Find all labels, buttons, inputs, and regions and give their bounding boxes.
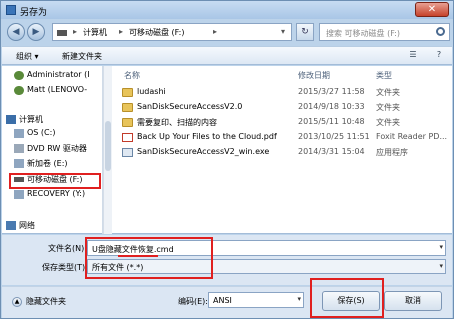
folder-icon — [122, 118, 133, 127]
hide-folders-label: 隐藏文件夹 — [26, 297, 66, 306]
chevron-down-icon[interactable]: ▾ — [439, 262, 443, 270]
breadcrumb-separator: ▸ — [213, 27, 218, 36]
user-icon — [14, 86, 24, 95]
drive-icon — [14, 159, 24, 168]
help-icon[interactable]: ? — [432, 50, 446, 62]
exe-icon — [122, 148, 133, 157]
file-list: 名称 修改日期 类型 ludashi 2015/3/27 11:58 文件夹 S… — [114, 66, 452, 234]
breadcrumb-separator: ▸ — [73, 27, 78, 36]
file-type: Foxit Reader PD... — [376, 132, 448, 141]
new-folder-button[interactable]: 新建文件夹 — [62, 51, 102, 62]
filetype-label: 保存类型(T): — [42, 263, 88, 272]
user-icon — [14, 71, 24, 80]
address-row: ◀ ▶ ▸ 计算机 ▸ 可移动磁盘 (F:) ▸ ▾ ↻ 搜索 可移动磁盘 (F… — [4, 21, 450, 43]
folder-icon — [122, 88, 133, 97]
nav-label: RECOVERY (Y:) — [27, 189, 86, 198]
network-icon — [6, 221, 16, 230]
back-button[interactable]: ◀ — [7, 23, 25, 41]
scrollbar-thumb[interactable] — [105, 121, 111, 171]
chevron-down-icon[interactable]: ▾ — [439, 243, 443, 251]
nav-item-computer[interactable]: 计算机 — [2, 113, 102, 126]
file-date: 2014/3/31 15:04 — [298, 147, 365, 156]
nav-item-new-volume-e[interactable]: 新加卷 (E:) — [2, 157, 102, 170]
column-header-type[interactable]: 类型 — [376, 70, 392, 81]
file-name: 需要复印、扫描的内容 — [137, 118, 217, 127]
file-row[interactable]: SanDiskSecureAccessV2_win.exe 2014/3/31 … — [120, 146, 450, 159]
address-bar[interactable]: ▸ 计算机 ▸ 可移动磁盘 (F:) ▸ ▾ — [52, 23, 292, 41]
nav-scrollbar[interactable] — [103, 66, 112, 234]
encoding-select[interactable]: ANSI ▾ — [208, 292, 304, 308]
search-placeholder: 搜索 可移动磁盘 (F:) — [326, 29, 401, 38]
breadcrumb-removable-disk[interactable]: 可移动磁盘 (F:) — [129, 27, 184, 38]
file-row[interactable]: 需要复印、扫描的内容 2015/5/11 10:48 文件夹 — [120, 116, 450, 129]
file-name: Back Up Your Files to the Cloud.pdf — [137, 132, 277, 141]
file-date: 2015/5/11 10:48 — [298, 117, 365, 126]
search-input[interactable]: 搜索 可移动磁盘 (F:) — [319, 23, 450, 41]
nav-item-recovery-y[interactable]: RECOVERY (Y:) — [2, 188, 102, 201]
computer-icon — [6, 115, 16, 124]
forward-button[interactable]: ▶ — [27, 23, 45, 41]
nav-label: 计算机 — [19, 115, 43, 124]
nav-label: 新加卷 (E:) — [27, 159, 68, 168]
view-options-icon[interactable]: ☰ — [406, 50, 420, 62]
nav-label: Administrator (I — [27, 70, 90, 79]
navigation-pane: Administrator (I Matt (LENOVO- 计算机 OS (C… — [2, 66, 103, 234]
breadcrumb-computer[interactable]: 计算机 — [83, 27, 107, 38]
dialog-footer: ▲ 隐藏文件夹 编码(E): ANSI ▾ 保存(S) 取消 — [2, 286, 452, 318]
drive-icon — [14, 129, 24, 138]
file-type: 文件夹 — [376, 88, 400, 97]
file-name: ludashi — [137, 87, 166, 96]
breadcrumb-separator: ▸ — [119, 27, 124, 36]
nav-label: DVD RW 驱动器 — [27, 144, 87, 153]
chevron-down-icon[interactable]: ▾ — [297, 295, 301, 303]
file-type: 文件夹 — [376, 118, 400, 127]
column-header-date[interactable]: 修改日期 — [298, 70, 330, 81]
cancel-button[interactable]: 取消 — [384, 291, 442, 311]
file-row[interactable]: ludashi 2015/3/27 11:58 文件夹 — [120, 86, 450, 99]
nav-item-dvd[interactable]: DVD RW 驱动器 — [2, 142, 102, 155]
filename-label: 文件名(N): — [48, 244, 87, 253]
file-row[interactable]: SanDiskSecureAccessV2.0 2014/9/18 10:33 … — [120, 101, 450, 114]
drive-icon — [14, 190, 24, 199]
save-form: 文件名(N): U盘隐藏文件恢复.cmd ▾ 保存类型(T): 所有文件 (*.… — [2, 235, 452, 285]
toolbar: 组织 ▾ 新建文件夹 ☰ ? — [2, 46, 452, 65]
collapse-icon: ▲ — [12, 297, 22, 307]
file-date: 2015/3/27 11:58 — [298, 87, 365, 96]
encoding-label: 编码(E): — [178, 297, 208, 306]
annotation-underline — [118, 255, 158, 257]
save-as-dialog: 另存为 ✕ ◀ ▶ ▸ 计算机 ▸ 可移动磁盘 (F:) ▸ ▾ ↻ 搜索 可移… — [0, 0, 454, 319]
file-date: 2014/9/18 10:33 — [298, 102, 365, 111]
search-icon — [436, 27, 445, 36]
window-title: 另存为 — [20, 8, 48, 18]
pdf-icon — [122, 133, 133, 142]
browser-pane: Administrator (I Matt (LENOVO- 计算机 OS (C… — [2, 66, 452, 234]
file-name: SanDiskSecureAccessV2.0 — [137, 102, 243, 111]
file-row[interactable]: Back Up Your Files to the Cloud.pdf 2013… — [120, 131, 450, 144]
folder-icon — [122, 103, 133, 112]
address-dropdown-icon[interactable]: ▾ — [281, 27, 285, 36]
close-button[interactable]: ✕ — [415, 2, 449, 17]
file-name: SanDiskSecureAccessV2_win.exe — [137, 147, 270, 156]
nav-label: Matt (LENOVO- — [27, 85, 88, 94]
file-type: 文件夹 — [376, 103, 400, 112]
file-type: 应用程序 — [376, 148, 408, 157]
title-bar: 另存为 ✕ — [1, 1, 453, 19]
nav-item-os-c[interactable]: OS (C:) — [2, 127, 102, 140]
file-date: 2013/10/25 11:51 — [298, 132, 370, 141]
app-icon — [6, 5, 16, 15]
dvd-drive-icon — [14, 144, 24, 153]
annotation-highlight-save — [310, 278, 384, 318]
nav-item-network[interactable]: 网络 — [2, 219, 102, 232]
nav-item-matt[interactable]: Matt (LENOVO- — [2, 84, 102, 97]
nav-label: OS (C:) — [27, 128, 56, 137]
nav-item-administrator[interactable]: Administrator (I — [2, 69, 102, 82]
encoding-value: ANSI — [213, 296, 232, 305]
refresh-button[interactable]: ↻ — [296, 23, 314, 41]
organize-menu[interactable]: 组织 ▾ — [16, 51, 39, 62]
annotation-highlight-filename — [85, 237, 213, 279]
drive-icon — [57, 30, 67, 36]
annotation-highlight-drive — [9, 173, 101, 189]
column-header-name[interactable]: 名称 — [124, 70, 140, 81]
nav-label: 网络 — [19, 221, 35, 230]
